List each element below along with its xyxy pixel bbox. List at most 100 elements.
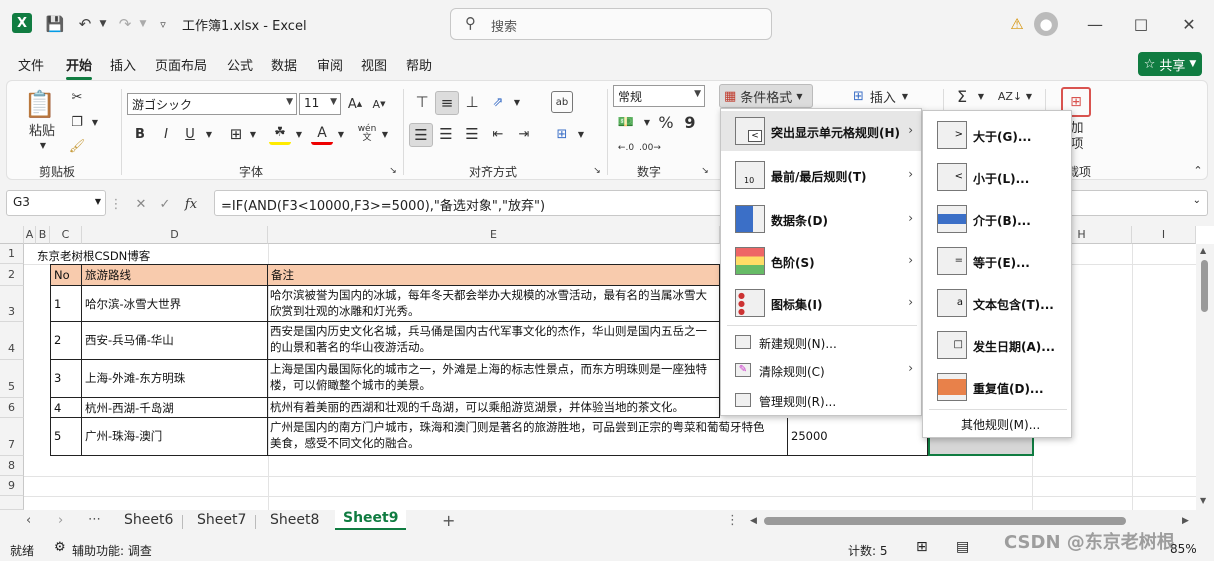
undo-dropdown-icon[interactable]: ▼ bbox=[92, 13, 114, 35]
dialog-launcher-icon[interactable]: ↘ bbox=[387, 165, 399, 177]
row-header-5[interactable]: 5 bbox=[0, 360, 24, 398]
cut-icon[interactable]: ✂ bbox=[67, 87, 87, 107]
row-header-9[interactable]: 9 bbox=[0, 476, 24, 496]
tab-formulas[interactable]: 公式 bbox=[227, 55, 253, 74]
scroll-left-icon[interactable]: ◀ bbox=[750, 516, 757, 526]
col-header-a[interactable]: A bbox=[24, 226, 36, 244]
close-icon[interactable]: ✕ bbox=[1178, 13, 1200, 35]
tab-split-handle-icon[interactable]: ⋮ bbox=[726, 513, 739, 528]
menu-highlight-cells-rules[interactable]: < 突出显示单元格规则(H) › bbox=[721, 111, 921, 151]
maximize-icon[interactable]: □ bbox=[1130, 13, 1152, 35]
formula-bar-grip-icon[interactable]: ⋮ bbox=[110, 194, 123, 214]
collapse-ribbon-icon[interactable]: ⌃ bbox=[1191, 163, 1205, 177]
cell-route[interactable]: 广州-珠海-澳门 bbox=[82, 418, 268, 456]
decrease-indent-icon[interactable]: ⇤ bbox=[487, 123, 509, 145]
cell-note[interactable]: 西安是国内历史文化名城，兵马俑是国内古代军事文化的杰作，华山则是国内五岳之一 的山… bbox=[268, 322, 720, 360]
search-box[interactable]: ⚲ 搜索 bbox=[450, 8, 772, 40]
share-button[interactable]: ☆ 共享 ▼ bbox=[1138, 52, 1202, 76]
cell-no[interactable]: 5 bbox=[50, 418, 82, 456]
horizontal-scroll-thumb[interactable] bbox=[764, 517, 1126, 525]
autosum-icon[interactable]: Σ bbox=[951, 85, 973, 107]
menu-icon-sets[interactable]: ● ● ● 图标集(I) › bbox=[721, 283, 921, 323]
row-header-4[interactable]: 4 bbox=[0, 322, 24, 360]
menu-data-bars[interactable]: 数据条(D) › bbox=[721, 199, 921, 239]
accessibility-status[interactable]: 辅助功能: 调查 bbox=[72, 542, 152, 559]
more-sheets-icon[interactable]: ⋯ bbox=[88, 512, 101, 527]
sheet-tab-sheet6[interactable]: Sheet6 bbox=[116, 512, 181, 532]
tab-review[interactable]: 审阅 bbox=[317, 55, 343, 74]
submenu-date-occurring[interactable]: □ 发生日期(A)... bbox=[923, 325, 1071, 365]
bold-button[interactable]: B bbox=[129, 123, 151, 145]
font-color-dropdown-icon[interactable]: ▼ bbox=[335, 123, 347, 145]
sheet-tab-sheet9[interactable]: Sheet9 bbox=[335, 510, 407, 530]
col-header-d[interactable]: D bbox=[82, 226, 268, 244]
menu-color-scales[interactable]: 色阶(S) › bbox=[721, 241, 921, 281]
minimize-icon[interactable]: — bbox=[1084, 13, 1106, 35]
submenu-more-rules[interactable]: 其他规则(M)... bbox=[923, 413, 1071, 435]
copy-icon[interactable]: ❐ bbox=[67, 112, 87, 132]
submenu-duplicate-values[interactable]: 重复值(D)... bbox=[923, 367, 1071, 407]
comma-style-button[interactable]: 9 bbox=[679, 111, 701, 133]
tab-help[interactable]: 帮助 bbox=[406, 55, 432, 74]
currency-icon[interactable]: 💵 bbox=[613, 111, 639, 133]
expand-formula-icon[interactable]: ⌄ bbox=[1193, 195, 1201, 206]
cell-route[interactable]: 杭州-西湖-千岛湖 bbox=[82, 398, 268, 418]
submenu-text-contains[interactable]: a 文本包含(T)... bbox=[923, 283, 1071, 323]
tab-file[interactable]: 文件 bbox=[18, 55, 44, 74]
increase-decimal-icon[interactable]: ←.0 bbox=[615, 137, 637, 159]
submenu-between[interactable]: 介于(B)... bbox=[923, 199, 1071, 239]
font-color-icon[interactable]: A bbox=[311, 123, 333, 145]
tab-data[interactable]: 数据 bbox=[271, 55, 297, 74]
cell-no[interactable]: 4 bbox=[50, 398, 82, 418]
submenu-equal-to[interactable]: = 等于(E)... bbox=[923, 241, 1071, 281]
number-format-select[interactable]: 常规 ▼ bbox=[613, 85, 705, 107]
merge-dropdown-icon[interactable]: ▼ bbox=[575, 123, 587, 145]
cell-no[interactable]: 3 bbox=[50, 360, 82, 398]
sort-filter-dropdown-icon[interactable]: ▼ bbox=[1023, 85, 1035, 107]
cell-no[interactable]: 1 bbox=[50, 286, 82, 322]
row-header-7[interactable]: 7 bbox=[0, 418, 24, 456]
submenu-greater-than[interactable]: > 大于(G)... bbox=[923, 115, 1071, 155]
autosum-dropdown-icon[interactable]: ▼ bbox=[975, 85, 987, 107]
warning-icon[interactable]: ⚠ bbox=[1006, 13, 1028, 35]
tab-page-layout[interactable]: 页面布局 bbox=[155, 55, 207, 74]
customize-toolbar-icon[interactable]: ▿ bbox=[152, 13, 174, 35]
underline-dropdown-icon[interactable]: ▼ bbox=[203, 123, 215, 145]
paste-label[interactable]: 粘贴 bbox=[27, 121, 57, 139]
menu-clear-rules[interactable]: ✎ 清除规则(C) › bbox=[721, 357, 921, 383]
increase-indent-icon[interactable]: ⇥ bbox=[513, 123, 535, 145]
cell-note[interactable]: 广州是国内的南方门户城市，珠海和澳门则是著名的旅游胜地，可品尝到正宗的粤菜和葡萄… bbox=[268, 418, 788, 456]
fill-color-icon[interactable]: ☘ bbox=[269, 123, 291, 145]
col-header-i[interactable]: I bbox=[1132, 226, 1196, 244]
decrease-decimal-icon[interactable]: .00→ bbox=[639, 137, 661, 159]
row-header-8[interactable]: 8 bbox=[0, 456, 24, 476]
vertical-scroll-thumb[interactable] bbox=[1201, 260, 1208, 312]
name-box[interactable]: G3 ▼ bbox=[6, 190, 106, 216]
cell-route[interactable]: 西安-兵马俑-华山 bbox=[82, 322, 268, 360]
cell-no[interactable]: 2 bbox=[50, 322, 82, 360]
align-middle-icon[interactable]: ≡ bbox=[435, 91, 459, 115]
borders-icon[interactable]: ⊞ bbox=[225, 123, 247, 145]
row-header-3[interactable]: 3 bbox=[0, 286, 24, 322]
menu-manage-rules[interactable]: 管理规则(R)... bbox=[721, 387, 921, 413]
align-right-icon[interactable]: ☰ bbox=[461, 123, 483, 145]
select-all-corner[interactable] bbox=[0, 226, 24, 244]
cell-note[interactable]: 哈尔滨被誉为国内的冰城，每年冬天都会举办大规模的冰雪活动，最有名的当属冰雪大 欣赏… bbox=[268, 286, 720, 322]
currency-dropdown-icon[interactable]: ▼ bbox=[641, 111, 653, 133]
header-no[interactable]: No bbox=[50, 264, 82, 286]
borders-dropdown-icon[interactable]: ▼ bbox=[247, 123, 259, 145]
cell-note[interactable]: 杭州有着美丽的西湖和壮观的千岛湖，可以乘船游览湖景，并体验当地的茶文化。 bbox=[268, 398, 720, 418]
col-header-c[interactable]: C bbox=[50, 226, 82, 244]
phonetic-icon[interactable]: wén 文 bbox=[357, 123, 377, 145]
increase-font-icon[interactable]: A ▲ bbox=[345, 93, 365, 115]
dialog-launcher-icon[interactable]: ↘ bbox=[699, 165, 711, 177]
prev-sheet-icon[interactable]: ‹ bbox=[26, 513, 31, 528]
conditional-format-button[interactable]: ▦ 条件格式 ▼ bbox=[719, 84, 813, 108]
copy-dropdown-icon[interactable]: ▼ bbox=[89, 114, 101, 130]
next-sheet-icon[interactable]: › bbox=[58, 513, 63, 528]
paste-dropdown-icon[interactable]: ▼ bbox=[35, 139, 51, 151]
align-center-icon[interactable]: ☰ bbox=[435, 123, 457, 145]
col-header-e[interactable]: E bbox=[268, 226, 720, 244]
save-icon[interactable]: 💾 bbox=[44, 13, 66, 35]
row-header-2[interactable]: 2 bbox=[0, 264, 24, 286]
